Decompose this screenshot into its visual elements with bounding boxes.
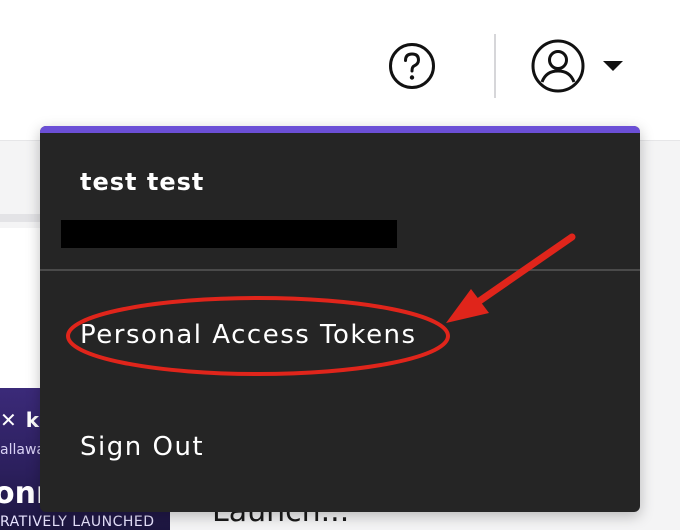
menu-accent-bar [40, 126, 640, 133]
user-menu-caret[interactable] [600, 58, 626, 74]
redacted-email [61, 220, 397, 248]
menu-item-personal-access-tokens[interactable]: Personal Access Tokens [80, 320, 417, 350]
user-dropdown-menu: test test Personal Access Tokens Sign Ou… [40, 126, 640, 512]
user-menu-button[interactable] [530, 38, 586, 94]
menu-user-name: test test [80, 168, 205, 196]
question-circle-icon [389, 43, 435, 89]
header-divider [494, 34, 496, 98]
thumbnail-bottom-text: RATIVELY LAUNCHED [0, 514, 155, 530]
top-header [0, 0, 680, 141]
user-circle-icon [531, 39, 585, 93]
menu-divider [40, 269, 640, 271]
caret-down-icon [603, 61, 623, 71]
thumbnail-sub-text: allawa [0, 442, 45, 458]
help-button[interactable] [388, 42, 436, 90]
menu-item-sign-out[interactable]: Sign Out [80, 432, 204, 462]
